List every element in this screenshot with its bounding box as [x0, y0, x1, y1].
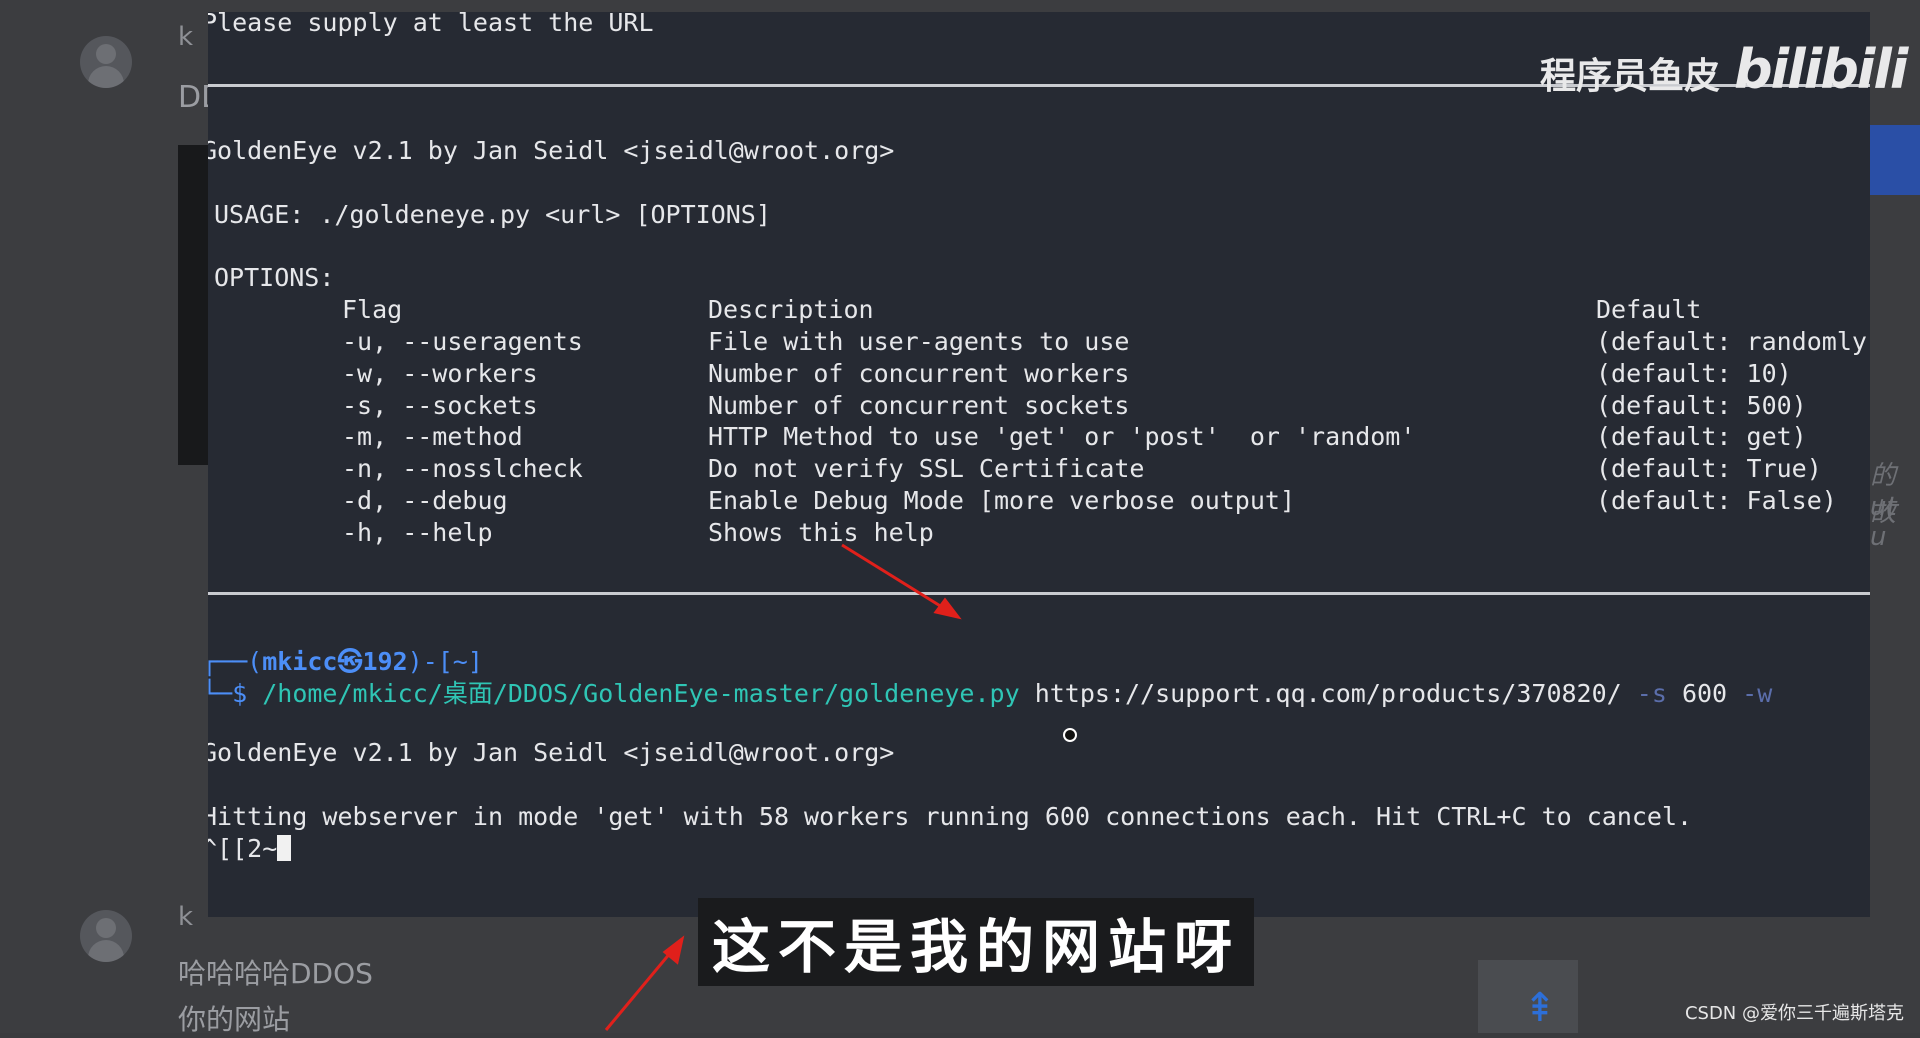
flag-s: -s — [1636, 679, 1667, 708]
option-default: (default: get) — [1596, 422, 1807, 452]
arrow-up-icon: ⇞ — [1523, 985, 1557, 1031]
usage-line: USAGE: ./goldeneye.py <url> [OPTIONS] — [214, 200, 771, 229]
column-default: Default — [1596, 295, 1702, 324]
command-path: /home/mkicc/桌面/DDOS/GoldenEye-master/gol… — [262, 679, 1020, 708]
option-description: Enable Debug Mode [more verbose output] — [708, 486, 1295, 515]
error-line: Please supply at least the URL — [208, 12, 654, 37]
option-description: File with user-agents to use — [708, 327, 1130, 356]
comment-text-2: 你的网站 — [178, 1003, 291, 1036]
option-description: HTTP Method to use 'get' or 'post' or 'r… — [708, 422, 1416, 452]
comment-image-thumb — [178, 145, 210, 465]
bilibili-logo: bilibili — [1734, 38, 1908, 101]
csdn-credit: CSDN @爱你三千遍斯塔克 — [1684, 1003, 1904, 1024]
prompt-line: ┌──(mkicc㉿192)-[~] — [208, 642, 483, 678]
bilibili-watermark: 程序员鱼皮 bilibili — [1540, 38, 1908, 101]
comment-user: k — [178, 902, 194, 932]
mouse-pointer-icon — [1063, 728, 1077, 742]
option-flag: -s, --sockets — [342, 390, 538, 420]
option-flag: -h, --help — [342, 517, 493, 547]
prompt-open: ┌──( — [208, 647, 263, 676]
typed-text: ^[[2~ — [208, 834, 278, 863]
option-description: Shows this help — [708, 517, 934, 547]
side-text-2: ut u — [1870, 492, 1897, 552]
comment-2: k 哈哈哈哈DDOS 你的网站 — [0, 880, 373, 1036]
prompt-close: )-[~] — [407, 647, 483, 676]
prompt-dollar: └─$ — [208, 679, 248, 708]
avatar — [80, 910, 132, 962]
option-flag: -u, --useragents — [342, 327, 583, 356]
typed-line: ^[[2~ — [208, 834, 292, 863]
flag-w: -w — [1742, 679, 1773, 708]
option-default: (default: False) — [1596, 486, 1837, 515]
column-flag: Flag — [342, 295, 403, 324]
video-subtitle: 这不是我的网站呀 — [698, 898, 1255, 986]
option-description: Number of concurrent workers — [708, 358, 1130, 388]
side-blue-block — [1870, 125, 1920, 195]
command-line: └─$ /home/mkicc/桌面/DDOS/GoldenEye-master… — [208, 674, 1772, 710]
watermark-channel: 程序员鱼皮 — [1540, 56, 1721, 97]
option-flag: -w, --workers — [342, 358, 538, 388]
option-flag: -d, --debug — [342, 486, 508, 515]
option-default: (default: randomly — [1596, 327, 1867, 356]
prompt-user: mkicc㉿192 — [262, 647, 408, 676]
banner-line: GoldenEye v2.1 by Jan Seidl <jseidl@wroo… — [208, 136, 895, 165]
column-description: Description — [708, 295, 874, 324]
option-flag: -m, --method — [342, 422, 523, 452]
avatar — [80, 36, 132, 88]
terminal-window[interactable]: Please supply at least the URL GoldenEye… — [208, 12, 1870, 917]
option-flag: -n, --nosslcheck — [342, 454, 583, 484]
option-description: Number of concurrent sockets — [708, 390, 1130, 420]
banner-line-2: GoldenEye v2.1 by Jan Seidl <jseidl@wroo… — [208, 738, 895, 767]
text-cursor — [277, 835, 292, 861]
option-default: (default: True) — [1596, 454, 1822, 484]
hitting-line: Hitting webserver in mode 'get' with 58 … — [208, 802, 1693, 831]
command-url: https://support.qq.com/products/370820/ — [1034, 679, 1622, 708]
comment-user: k — [178, 22, 194, 52]
option-default: (default: 500) — [1596, 390, 1807, 420]
option-description: Do not verify SSL Certificate — [708, 454, 1145, 484]
divider — [208, 592, 1870, 595]
options-header: OPTIONS: — [214, 263, 335, 292]
flag-s-value: 600 — [1681, 679, 1728, 708]
comment-text: 哈哈哈哈DDOS — [178, 957, 373, 990]
option-default: (default: 10) — [1596, 358, 1792, 388]
